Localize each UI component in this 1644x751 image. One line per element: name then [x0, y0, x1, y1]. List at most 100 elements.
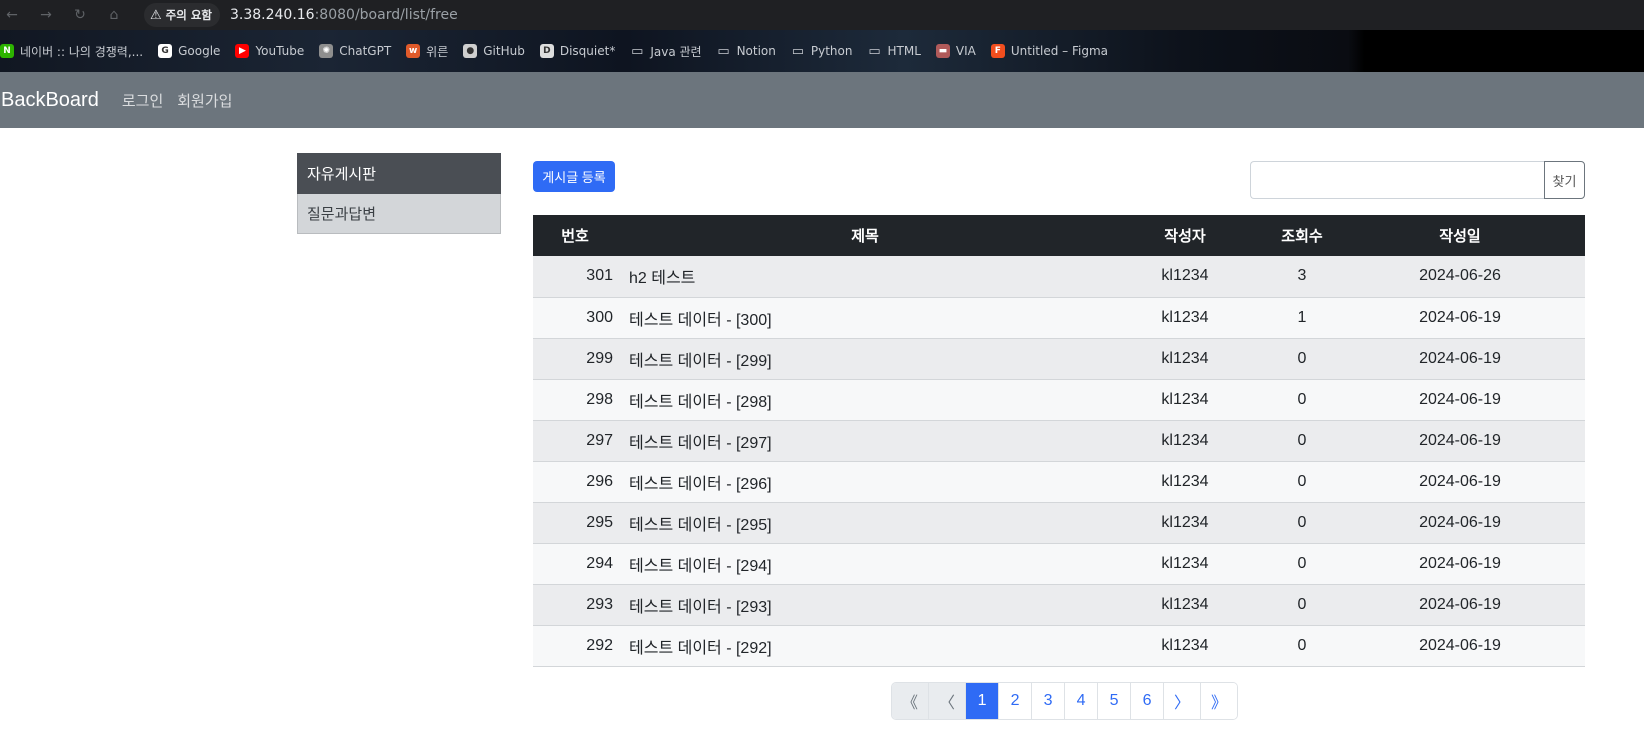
app-navbar: BackBoard 로그인 회원가입: [0, 72, 1644, 128]
post-author: kl1234: [1101, 338, 1269, 380]
next-page-button[interactable]: 〉: [1163, 683, 1201, 719]
bookmark-item[interactable]: ▬ VIA: [935, 44, 976, 58]
bookmark-item[interactable]: ✺ ChatGPT: [319, 44, 391, 58]
table-header-row: 번호 제목 작성자 조회수 작성일: [533, 215, 1585, 256]
table-row[interactable]: 298 테스트 데이터 - [298] kl1234 0 2024-06-19: [533, 379, 1585, 421]
page-1-button[interactable]: 1: [965, 683, 999, 719]
post-author: kl1234: [1101, 543, 1269, 585]
page-4-button[interactable]: 4: [1064, 683, 1098, 719]
post-date: 2024-06-19: [1335, 543, 1585, 585]
table-row[interactable]: 299 테스트 데이터 - [299] kl1234 0 2024-06-19: [533, 338, 1585, 380]
post-views: 0: [1269, 584, 1335, 626]
post-table: 번호 제목 작성자 조회수 작성일 301 h2 테스트 kl1234 3 2024-0…: [533, 215, 1585, 667]
table-row[interactable]: 293 테스트 데이터 - [293] kl1234 0 2024-06-19: [533, 584, 1585, 626]
first-page-button[interactable]: 《: [892, 683, 929, 719]
post-title-link[interactable]: 테스트 데이터 - [295]: [613, 502, 1101, 544]
search-button[interactable]: 찾기: [1544, 161, 1585, 199]
back-arrow-icon[interactable]: ←: [0, 3, 24, 27]
naver-icon: N: [0, 44, 14, 58]
bookmark-label: YouTube: [255, 44, 305, 58]
bookmark-item[interactable]: D Disquiet*: [539, 44, 616, 58]
search-input[interactable]: [1250, 161, 1544, 199]
figma-icon: F: [990, 44, 1005, 58]
post-number: 296: [533, 461, 613, 503]
table-row[interactable]: 301 h2 테스트 kl1234 3 2024-06-26: [533, 256, 1585, 298]
home-icon[interactable]: ⌂: [102, 3, 126, 27]
new-post-button[interactable]: 게시글 등록: [533, 161, 615, 192]
page-2-button[interactable]: 2: [998, 683, 1032, 719]
bookmark-label: Google: [178, 44, 221, 58]
prev-page-button[interactable]: 〈: [928, 683, 966, 719]
bookmark-item[interactable]: F Untitled – Figma: [990, 44, 1108, 58]
table-row[interactable]: 294 테스트 데이터 - [294] kl1234 0 2024-06-19: [533, 543, 1585, 585]
header-title: 제목: [613, 215, 1101, 256]
browser-address-bar: ← → ↻ ⌂ ⚠ 주의 요함 3.38.240.16:8080/board/l…: [0, 0, 1644, 30]
url-path: :8080/board/list/free: [314, 7, 458, 23]
post-author: kl1234: [1101, 420, 1269, 462]
bookmark-item[interactable]: N 네이버 :: 나의 경쟁력,...: [0, 43, 143, 60]
header-author: 작성자: [1101, 215, 1269, 256]
post-title-link[interactable]: 테스트 데이터 - [292]: [613, 625, 1101, 667]
post-views: 0: [1269, 338, 1335, 380]
login-link[interactable]: 로그인: [122, 90, 163, 111]
post-title-link[interactable]: 테스트 데이터 - [299]: [613, 338, 1101, 380]
reload-icon[interactable]: ↻: [68, 3, 92, 27]
wiren-icon: w: [406, 44, 421, 58]
security-warning-label: 주의 요함: [165, 8, 212, 22]
post-date: 2024-06-26: [1335, 256, 1585, 298]
post-number: 295: [533, 502, 613, 544]
security-warning-chip[interactable]: ⚠ 주의 요함: [144, 3, 220, 27]
bookmark-item[interactable]: ▭ HTML: [868, 44, 921, 59]
page-5-button[interactable]: 5: [1097, 683, 1131, 719]
table-row[interactable]: 292 테스트 데이터 - [292] kl1234 0 2024-06-19: [533, 625, 1585, 667]
post-date: 2024-06-19: [1335, 625, 1585, 667]
post-date: 2024-06-19: [1335, 338, 1585, 380]
table-row[interactable]: 300 테스트 데이터 - [300] kl1234 1 2024-06-19: [533, 297, 1585, 339]
bookmark-item[interactable]: ▭ Java 관련: [630, 43, 701, 60]
bookmark-item[interactable]: ▭ Python: [791, 43, 853, 59]
bookmark-label: VIA: [955, 44, 976, 58]
post-title-link[interactable]: 테스트 데이터 - [297]: [613, 420, 1101, 462]
sidebar-item-qna[interactable]: 질문과답변: [297, 194, 501, 234]
bookmark-item[interactable]: G Google: [158, 44, 220, 58]
post-views: 0: [1269, 543, 1335, 585]
url-field[interactable]: ⚠ 주의 요함 3.38.240.16:8080/board/list/free: [144, 2, 1644, 28]
table-row[interactable]: 297 테스트 데이터 - [297] kl1234 0 2024-06-19: [533, 420, 1585, 462]
post-number: 297: [533, 420, 613, 462]
last-page-button[interactable]: 》: [1200, 683, 1238, 719]
forward-arrow-icon[interactable]: →: [34, 3, 58, 27]
post-title-link[interactable]: 테스트 데이터 - [300]: [613, 297, 1101, 339]
post-title-link[interactable]: h2 테스트: [613, 256, 1101, 298]
board-sidebar: 자유게시판 질문과답변: [297, 153, 501, 234]
post-date: 2024-06-19: [1335, 297, 1585, 339]
bookmark-item[interactable]: ● GitHub: [463, 44, 525, 58]
bookmark-item[interactable]: ▭ Notion: [717, 44, 775, 59]
signup-link[interactable]: 회원가입: [177, 90, 232, 111]
post-title-link[interactable]: 테스트 데이터 - [296]: [613, 461, 1101, 503]
bookmark-label: Disquiet*: [559, 44, 616, 58]
post-title-link[interactable]: 테스트 데이터 - [298]: [613, 379, 1101, 421]
page-3-button[interactable]: 3: [1031, 683, 1065, 719]
folder-icon: ▭: [791, 43, 805, 59]
search-group: 찾기: [1250, 161, 1585, 199]
post-views: 0: [1269, 502, 1335, 544]
brand-logo[interactable]: BackBoard: [1, 89, 99, 112]
bookmark-item[interactable]: ▶ YouTube: [235, 44, 304, 58]
disquiet-icon: D: [539, 44, 554, 58]
post-views: 0: [1269, 461, 1335, 503]
page-6-button[interactable]: 6: [1130, 683, 1164, 719]
header-views: 조회수: [1269, 215, 1335, 256]
bookmark-item[interactable]: w 위른: [406, 43, 448, 60]
sidebar-item-free-board[interactable]: 자유게시판: [297, 153, 501, 194]
url-text[interactable]: 3.38.240.16:8080/board/list/free: [230, 7, 458, 23]
post-title-link[interactable]: 테스트 데이터 - [294]: [613, 543, 1101, 585]
google-icon: G: [158, 44, 173, 58]
table-row[interactable]: 296 테스트 데이터 - [296] kl1234 0 2024-06-19: [533, 461, 1585, 503]
table-row[interactable]: 295 테스트 데이터 - [295] kl1234 0 2024-06-19: [533, 502, 1585, 544]
post-title-link[interactable]: 테스트 데이터 - [293]: [613, 584, 1101, 626]
post-number: 294: [533, 543, 613, 585]
bookmark-label: Python: [810, 44, 853, 58]
header-date: 작성일: [1335, 215, 1585, 256]
post-number: 298: [533, 379, 613, 421]
post-author: kl1234: [1101, 502, 1269, 544]
